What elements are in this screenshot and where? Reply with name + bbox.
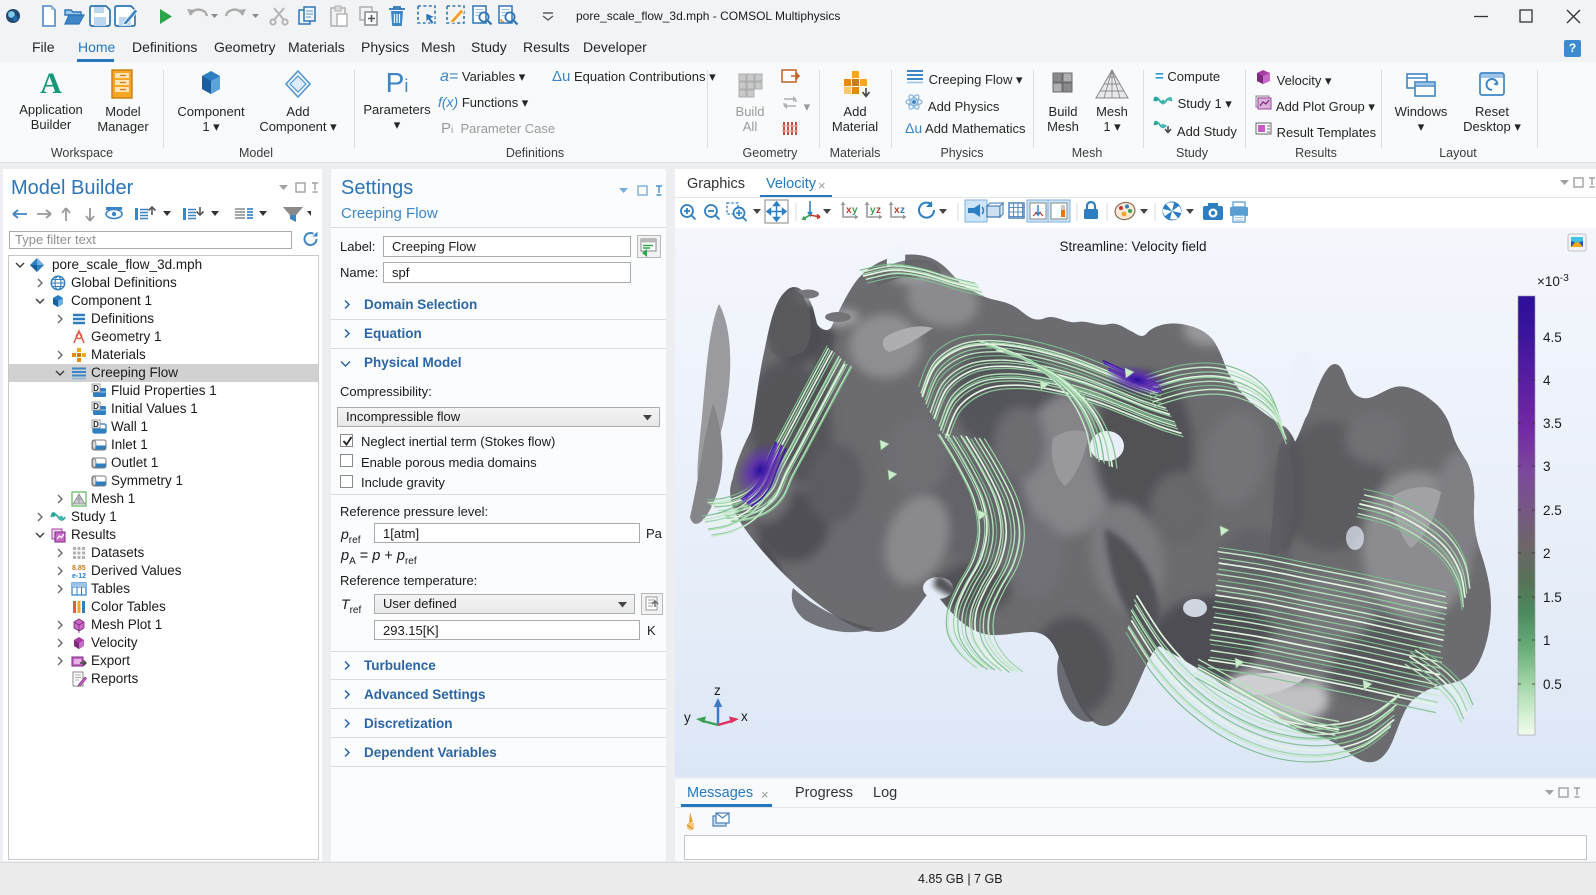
- svg-text:4.5: 4.5: [1543, 330, 1562, 345]
- svg-text:z: z: [714, 683, 721, 698]
- svg-text:e-12: e-12: [72, 573, 86, 579]
- svg-text:D: D: [93, 402, 99, 411]
- svg-text:2.5: 2.5: [1543, 503, 1562, 518]
- svg-text:1.5: 1.5: [1543, 590, 1562, 605]
- svg-text:2: 2: [1543, 546, 1551, 561]
- svg-text:z: z: [900, 205, 905, 216]
- svg-text:y: y: [852, 205, 858, 216]
- svg-text:1: 1: [1543, 633, 1551, 648]
- svg-text:0.5: 0.5: [1543, 677, 1562, 692]
- svg-text:3.5: 3.5: [1543, 416, 1562, 431]
- svg-text:8.85: 8.85: [72, 565, 86, 572]
- svg-text:4: 4: [1543, 373, 1551, 388]
- svg-text:D: D: [93, 420, 99, 429]
- svg-text:D: D: [93, 384, 99, 393]
- svg-text:z: z: [876, 205, 881, 216]
- svg-text:x: x: [741, 709, 748, 724]
- svg-text:Streamline: Velocity field: Streamline: Velocity field: [1059, 239, 1206, 254]
- svg-text:y: y: [684, 710, 691, 725]
- svg-text:3: 3: [1543, 459, 1551, 474]
